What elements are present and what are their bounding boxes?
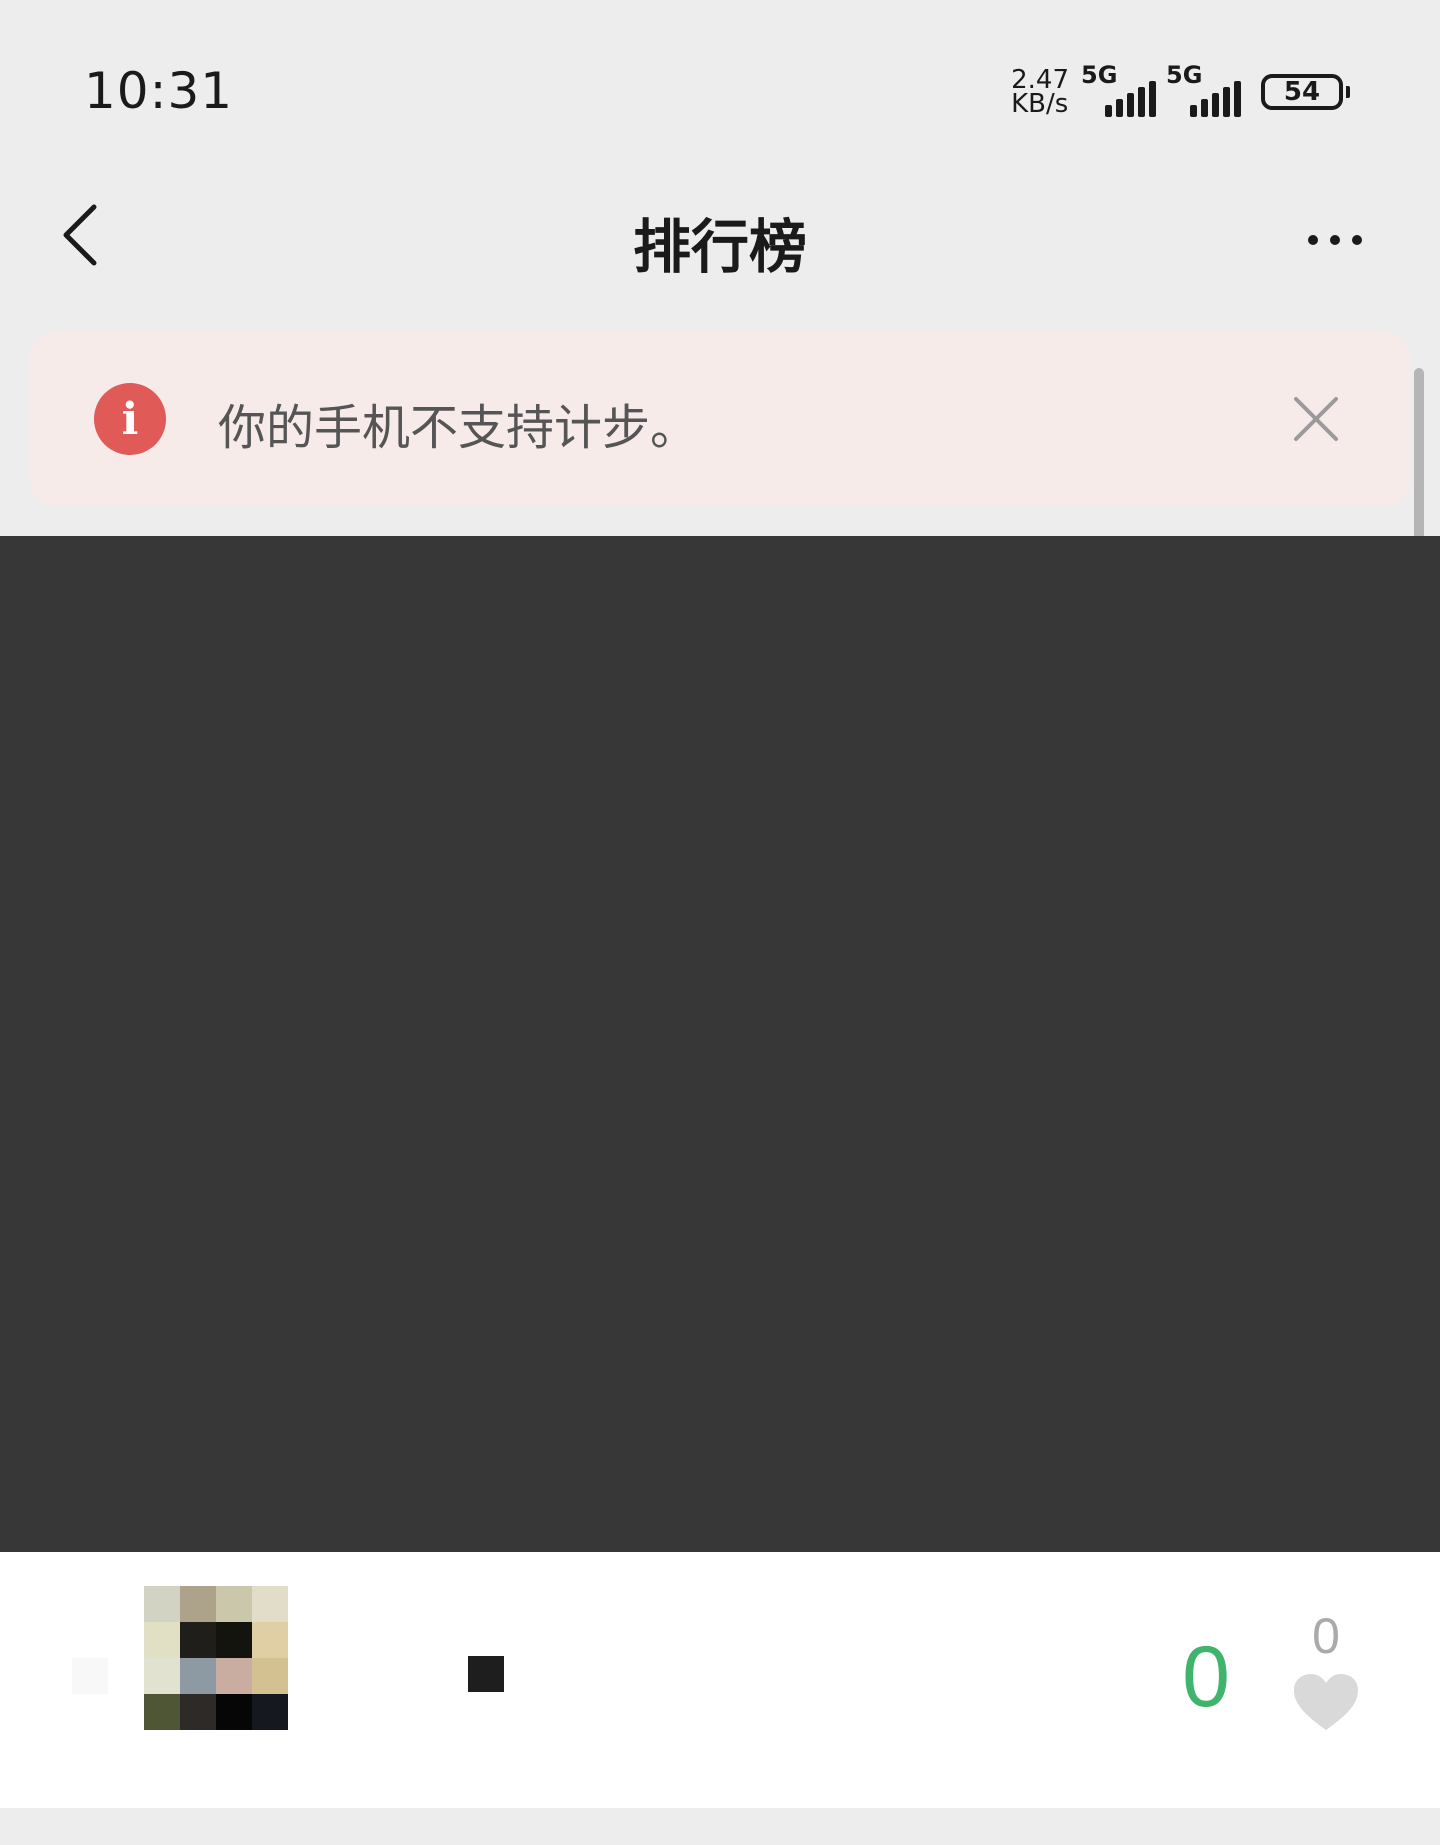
battery-icon: 54 <box>1261 74 1350 110</box>
warning-message: 你的手机不支持计步。 <box>218 400 699 456</box>
sim1-signal: 5G <box>1081 61 1156 117</box>
status-indicators: 2.47 KB/s 5G 5G 54 <box>1011 61 1350 122</box>
sim2-network-type: 5G <box>1166 61 1203 89</box>
more-button[interactable] <box>1290 210 1380 270</box>
more-dot <box>1308 235 1318 245</box>
info-icon: i <box>94 383 166 455</box>
battery-tip <box>1346 86 1350 98</box>
more-dot <box>1352 235 1362 245</box>
network-speed: 2.47 KB/s <box>1011 67 1069 119</box>
close-button[interactable] <box>1286 389 1346 449</box>
heart-icon <box>1294 1674 1358 1730</box>
step-count: 0 <box>1182 1629 1230 1725</box>
sim2-signal: 5G <box>1166 61 1241 117</box>
like-button[interactable]: 0 <box>1286 1608 1366 1732</box>
network-speed-unit: KB/s <box>1011 89 1069 119</box>
list-separator <box>0 1808 1440 1845</box>
rank-marker <box>72 1658 108 1694</box>
cover-image[interactable] <box>0 536 1440 1552</box>
more-dot <box>1330 235 1340 245</box>
ranking-row[interactable]: 0 0 <box>0 1552 1440 1808</box>
screen: 10:31 2.47 KB/s 5G 5G 54 排行榜 i 你的手机不支持计步… <box>0 0 1440 1845</box>
status-time: 10:31 <box>84 62 234 120</box>
avatar[interactable] <box>144 1586 288 1730</box>
nav-bar: 排行榜 <box>0 170 1440 300</box>
warning-banner: i 你的手机不支持计步。 <box>30 332 1410 506</box>
user-name <box>468 1656 504 1692</box>
status-bar: 10:31 2.47 KB/s 5G 5G 54 <box>0 0 1440 150</box>
battery-level: 54 <box>1261 74 1343 110</box>
like-count: 0 <box>1312 1608 1340 1664</box>
close-icon <box>1294 397 1338 441</box>
page-title: 排行榜 <box>632 213 807 281</box>
sim1-network-type: 5G <box>1081 61 1118 89</box>
